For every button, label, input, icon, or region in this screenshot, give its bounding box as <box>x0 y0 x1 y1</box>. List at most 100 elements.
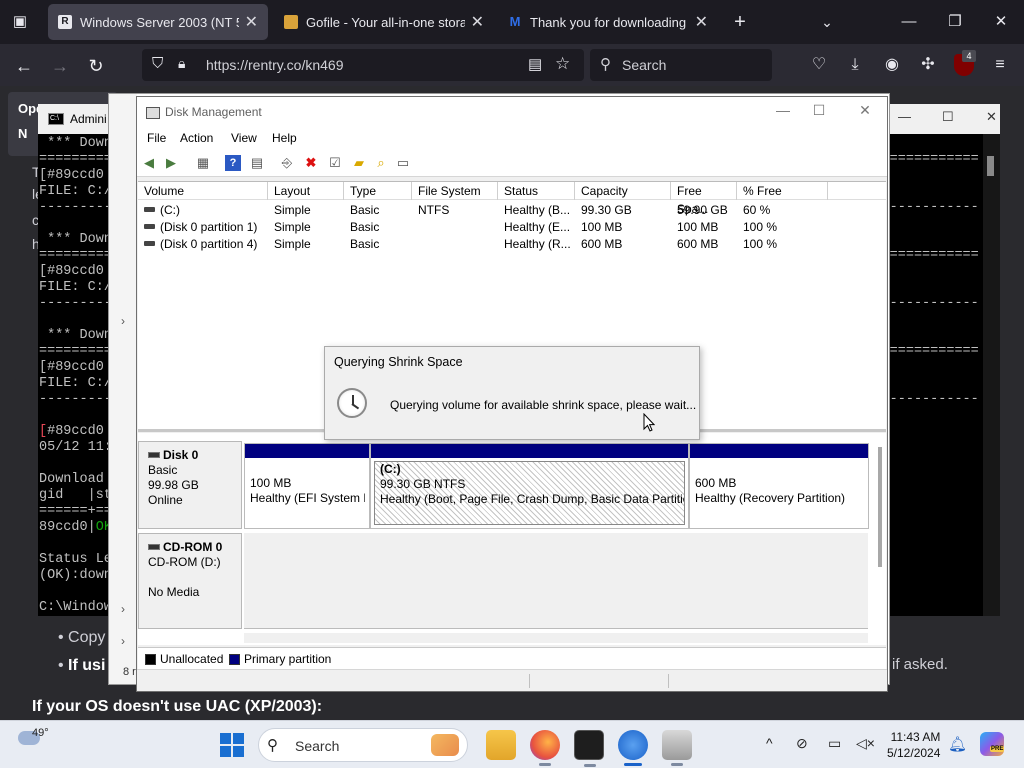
network-disconnected-icon[interactable]: ⊘ <box>796 735 808 752</box>
cdrom-area[interactable] <box>244 533 868 629</box>
vertical-scrollbar[interactable] <box>878 447 882 567</box>
vol-layout: Simple <box>274 237 311 251</box>
terminal-icon[interactable] <box>574 730 604 767</box>
search-folder-icon[interactable]: ⌕ <box>373 155 389 171</box>
partition-c-selected[interactable]: (C:) 99.30 GB NTFS Healthy (Boot, Page F… <box>370 443 689 529</box>
col-layout[interactable]: Layout <box>268 182 344 200</box>
forward-arrow-icon[interactable]: ▶ <box>163 155 179 171</box>
tab-list-icon[interactable]: ▣ <box>10 12 30 32</box>
partition-efi[interactable]: 100 MB Healthy (EFI System P <box>244 443 370 529</box>
vol-layout: Simple <box>274 203 311 217</box>
reload-button[interactable]: ↻ <box>82 52 110 80</box>
running-indicator <box>584 764 596 767</box>
dialog-message: Querying volume for available shrink spa… <box>390 398 697 412</box>
delete-icon[interactable]: ✖ <box>303 155 319 171</box>
legend-label: Unallocated <box>160 652 224 666</box>
display-icon[interactable]: ▭ <box>828 735 841 752</box>
col-percent-free[interactable]: % Free <box>737 182 828 200</box>
taskbar-clock[interactable]: 11:43 AM 5/12/2024 <box>887 729 940 761</box>
downloads-icon[interactable]: ⤓ <box>842 52 868 78</box>
disk-management-taskbar-icon[interactable] <box>662 730 692 766</box>
back-button[interactable]: ← <box>10 52 38 80</box>
col-free-space[interactable]: Free Spa... <box>671 182 737 216</box>
copilot-icon[interactable]: PRE <box>980 732 1005 756</box>
menu-view[interactable]: View <box>231 131 257 145</box>
dm-minimize-button[interactable]: — <box>773 102 793 118</box>
tracking-shield-icon[interactable]: ⛉ <box>152 55 163 72</box>
volume-row[interactable]: (Disk 0 partition 4) Simple Basic Health… <box>138 236 886 253</box>
volume-row[interactable]: (C:) Simple Basic NTFS Healthy (B... 99.… <box>138 202 886 219</box>
properties-icon[interactable]: ▤ <box>249 155 265 171</box>
notification-bell-icon[interactable]: 🔔︎ <box>948 735 967 753</box>
malwarebytes-icon[interactable] <box>618 730 648 766</box>
lock-icon[interactable]: 🔒︎ <box>178 55 185 72</box>
account-icon[interactable]: ◉ <box>879 52 905 78</box>
partition-recovery[interactable]: 600 MB Healthy (Recovery Partition) <box>689 443 869 529</box>
firefox-icon[interactable] <box>530 730 560 766</box>
browser-tab-gofile[interactable]: Gofile - Your all-in-one storage ✕ <box>274 4 494 40</box>
cdrom-0-label[interactable]: CD-ROM 0 CD-ROM (D:) No Media <box>138 533 242 629</box>
chevron-right-icon[interactable]: › <box>121 634 125 648</box>
list-all-tabs-chevron-icon[interactable]: ⌄ <box>815 10 839 34</box>
console-close-button[interactable]: ✕ <box>986 109 997 125</box>
check-icon[interactable]: ☑ <box>327 155 343 171</box>
tab-close-icon[interactable]: ✕ <box>471 12 484 32</box>
url-bar[interactable]: ⛉ 🔒︎ https://rentry.co/kn469 ▤ ☆ <box>142 49 584 81</box>
url-text[interactable]: https://rentry.co/kn469 <box>206 57 343 73</box>
windows-taskbar: 49° ⚲ Search ^ ⊘ ▭ ◁× 11:43 AM 5/12/2024… <box>0 720 1024 768</box>
dm-close-button[interactable]: ✕ <box>855 102 875 119</box>
minimize-button[interactable]: — <box>886 8 932 36</box>
col-type[interactable]: Type <box>344 182 412 200</box>
console-scrollbar[interactable] <box>983 134 1000 616</box>
browser-tab-thankyou[interactable]: M Thank you for downloading Ma ✕ <box>498 4 718 40</box>
forward-button[interactable]: → <box>46 52 74 80</box>
menu-help[interactable]: Help <box>272 131 297 145</box>
console-maximize-button[interactable]: ☐ <box>942 109 954 125</box>
start-button[interactable] <box>220 733 244 757</box>
show-hidden-icons-chevron-icon[interactable]: ^ <box>766 735 773 751</box>
folder-up-icon[interactable]: ▰ <box>351 155 367 171</box>
file-explorer-icon[interactable] <box>486 730 516 760</box>
col-volume[interactable]: Volume <box>138 182 268 200</box>
close-window-button[interactable]: ✕ <box>978 8 1024 36</box>
disk-0-label[interactable]: Disk 0 Basic 99.98 GB Online <box>138 441 242 529</box>
restore-button[interactable]: ❐ <box>932 8 978 36</box>
tab-title: Windows Server 2003 (NT 5.2.3 <box>80 14 239 30</box>
show-hide-console-tree-icon[interactable]: ▦ <box>195 155 211 171</box>
bookmark-star-icon[interactable]: ☆ <box>555 54 570 74</box>
tab-title: Gofile - Your all-in-one storage <box>306 14 465 30</box>
extensions-icon[interactable]: ✣ <box>915 52 941 78</box>
taskbar-search[interactable]: ⚲ Search <box>258 728 468 762</box>
pocket-icon[interactable]: ♡ <box>806 52 832 78</box>
col-capacity[interactable]: Capacity <box>575 182 671 200</box>
graphical-disk-view[interactable]: Disk 0 Basic 99.98 GB Online 100 MB Heal… <box>138 433 886 645</box>
search-bar[interactable]: ⚲ Search <box>590 49 772 81</box>
chevron-right-icon[interactable]: › <box>121 602 125 616</box>
search-placeholder: Search <box>622 57 667 73</box>
back-arrow-icon[interactable]: ◀ <box>141 155 157 171</box>
partition-status: Healthy (Recovery Partition) <box>695 491 846 505</box>
console-minimize-button[interactable]: — <box>898 109 911 124</box>
menu-hamburger-icon[interactable]: ≡ <box>987 52 1013 78</box>
reader-view-icon[interactable]: ▤ <box>528 55 542 73</box>
col-filesystem[interactable]: File System <box>412 182 498 200</box>
menu-action[interactable]: Action <box>180 131 213 145</box>
help-icon[interactable]: ? <box>225 155 241 171</box>
tab-close-icon[interactable]: ✕ <box>245 12 258 32</box>
settings-panel-icon[interactable]: ▭ <box>395 155 411 171</box>
connect-icon[interactable]: ⎆ <box>279 155 295 171</box>
weather-temp: 49° <box>32 727 49 739</box>
volume-muted-icon[interactable]: ◁× <box>856 735 875 752</box>
browser-tab-active[interactable]: R Windows Server 2003 (NT 5.2.3 ✕ <box>48 4 268 40</box>
dm-titlebar[interactable]: Disk Management — ☐ ✕ <box>137 97 887 127</box>
chevron-right-icon[interactable]: › <box>121 314 125 328</box>
dm-maximize-button[interactable]: ☐ <box>809 102 829 119</box>
col-status[interactable]: Status <box>498 182 575 200</box>
tab-close-icon[interactable]: ✕ <box>695 12 708 32</box>
horizontal-scrollbar[interactable] <box>244 633 868 643</box>
volume-row[interactable]: (Disk 0 partition 1) Simple Basic Health… <box>138 219 886 236</box>
new-tab-button[interactable]: + <box>728 10 752 34</box>
menu-file[interactable]: File <box>147 131 166 145</box>
weather-widget[interactable]: 49° <box>18 727 49 745</box>
scroll-thumb[interactable] <box>987 156 994 176</box>
